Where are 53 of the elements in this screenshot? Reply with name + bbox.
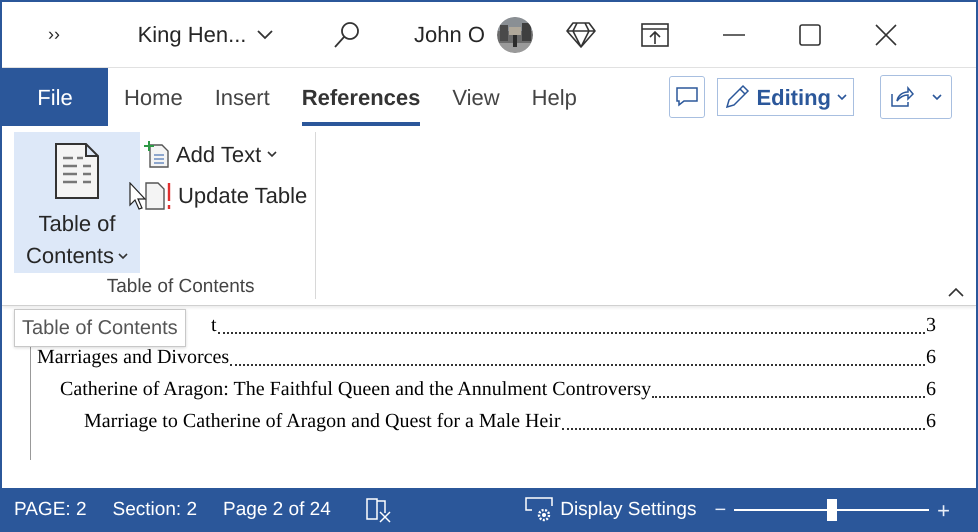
add-text-icon	[144, 140, 170, 168]
chevron-down-icon	[932, 94, 942, 100]
tooltip: Table of Contents	[14, 309, 186, 347]
close-icon[interactable]	[874, 24, 897, 46]
table-of-contents-button[interactable]: Table of Contents	[14, 132, 140, 273]
pencil-icon	[724, 84, 750, 110]
group-label: Table of Contents	[106, 275, 255, 299]
ribbon-tab[interactable]: References	[302, 68, 420, 126]
chevron-down-icon	[837, 94, 847, 100]
toc-entry: t	[211, 313, 217, 338]
ribbon-tab[interactable]: Insert	[214, 68, 270, 126]
chevron-down-icon	[256, 28, 274, 40]
update-table-button[interactable]: Update Table	[144, 179, 308, 212]
toc-page-number: 3	[926, 313, 936, 338]
speech-bubble-icon	[676, 87, 698, 107]
file-tab[interactable]: File	[2, 68, 108, 126]
zoom-out-button[interactable]: −	[714, 495, 726, 525]
share-button[interactable]	[880, 75, 952, 119]
toc-page-number: 6	[926, 377, 936, 402]
document-icon	[54, 142, 100, 200]
user-name[interactable]: John O	[414, 18, 485, 51]
zoom-in-button[interactable]: +	[937, 494, 950, 526]
section-indicator[interactable]: Section: 2	[112, 496, 198, 524]
zoom-slider[interactable]	[734, 499, 930, 521]
ribbon-tab[interactable]: Help	[532, 68, 577, 126]
page-indicator[interactable]: PAGE: 2	[14, 496, 87, 524]
window-upload-icon[interactable]	[640, 22, 669, 46]
comment-button[interactable]	[669, 76, 706, 118]
chevron-down-icon	[118, 252, 128, 260]
ribbon-tab[interactable]: View	[452, 68, 500, 126]
toc-entry: Marriage to Catherine of Aragon and Quest for a Male Heir	[84, 409, 560, 434]
display-settings-button[interactable]: Display Settings	[524, 496, 696, 524]
editing-button[interactable]: Editing	[717, 78, 854, 116]
ribbon-tab[interactable]: Home	[124, 68, 183, 126]
toc-page-number: 6	[926, 345, 936, 370]
toc-entry: Marriages and Divorces	[37, 345, 230, 370]
overflow-button[interactable]: ››	[2, 21, 106, 48]
document-title-button[interactable]: King Hen...	[106, 18, 306, 51]
proofing-icon[interactable]	[364, 497, 393, 523]
chevron-down-icon	[267, 151, 278, 158]
mouse-pointer-icon	[129, 182, 147, 210]
diamond-icon[interactable]	[564, 20, 597, 48]
slider-thumb[interactable]	[826, 499, 837, 521]
collapse-ribbon-icon[interactable]	[948, 287, 964, 297]
page-count[interactable]: Page 2 of 24	[223, 496, 331, 524]
minimize-icon[interactable]	[722, 32, 745, 36]
toc-entry: Catherine of Aragon: The Faithful Queen and the Annulment Controversy	[60, 377, 652, 402]
add-text-button[interactable]: Add Text	[144, 138, 308, 171]
search-icon[interactable]	[332, 20, 362, 50]
toc-page-number: 6	[926, 409, 936, 434]
maximize-icon[interactable]	[798, 24, 821, 46]
document-alert-icon	[144, 180, 172, 210]
share-icon	[890, 86, 914, 108]
